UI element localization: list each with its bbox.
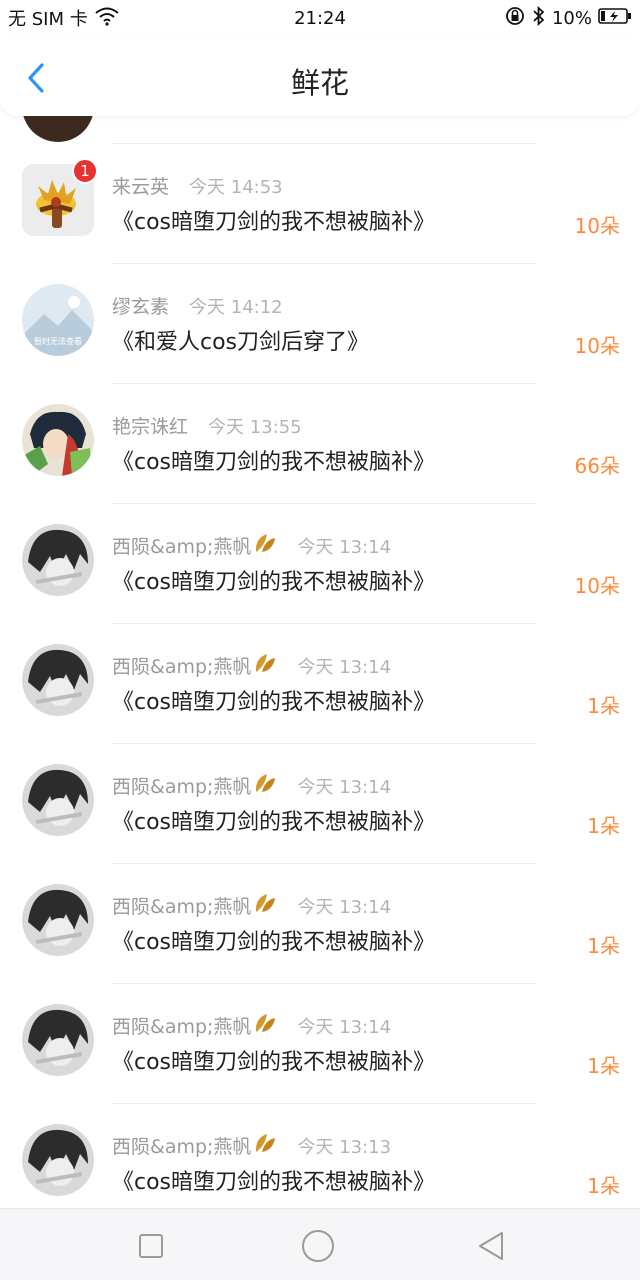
avatar[interactable]	[22, 1004, 94, 1076]
list-item[interactable]: 西陨&amp;燕帆 今天 13:14 《cos暗堕刀剑的我不想被脑补》 1朵	[0, 624, 640, 744]
avatar[interactable]	[22, 884, 94, 956]
flower-amount: 66朵	[574, 454, 620, 478]
name-line: 西陨&amp;燕帆 今天 13:14	[112, 772, 391, 799]
name-line: 西陨&amp;燕帆 今天 13:14	[112, 1012, 391, 1039]
square-icon	[139, 1234, 163, 1258]
flower-amount: 1朵	[587, 1174, 620, 1198]
sender-name[interactable]: 西陨&amp;燕帆	[112, 1132, 251, 1159]
leaf-icon	[253, 532, 277, 559]
status-bar: 无 SIM 卡 21:24 10%	[0, 0, 640, 36]
book-title[interactable]: 《cos暗堕刀剑的我不想被脑补》	[112, 804, 435, 836]
name-line: 西陨&amp;燕帆 今天 13:14	[112, 892, 391, 919]
book-title[interactable]: 《cos暗堕刀剑的我不想被脑补》	[112, 1164, 435, 1196]
battery-charging-icon	[598, 7, 632, 30]
name-line: 西陨&amp;燕帆 今天 13:14	[112, 532, 391, 559]
system-nav-bar	[0, 1208, 640, 1280]
flower-amount: 1朵	[587, 1054, 620, 1078]
leaf-icon	[253, 772, 277, 799]
avatar	[22, 116, 94, 142]
name-line: 缪玄素 今天 14:12	[112, 292, 283, 319]
sender-name[interactable]: 来云英	[112, 172, 169, 199]
avatar[interactable]: 1	[22, 158, 98, 236]
list-item[interactable]: 暂时无法查看 缪玄素 今天 14:12 《和爱人cos刀剑后穿了》 10朵	[0, 264, 640, 384]
book-title[interactable]: 《cos暗堕刀剑的我不想被脑补》	[112, 1044, 435, 1076]
name-line: 西陨&amp;燕帆 今天 13:13	[112, 1132, 391, 1159]
book-title[interactable]: 《cos暗堕刀剑的我不想被脑补》	[112, 924, 435, 956]
list-item[interactable]: 1 来云英 今天 14:53 《cos暗堕刀剑的我不想被脑补》 10朵	[0, 144, 640, 264]
sender-name[interactable]: 缪玄素	[112, 292, 169, 319]
notification-badge: 1	[72, 158, 98, 184]
sender-name[interactable]: 西陨&amp;燕帆	[112, 892, 251, 919]
flower-amount: 10朵	[574, 574, 620, 598]
avatar-caption: 暂时无法查看	[34, 337, 82, 346]
list-item[interactable]: 西陨&amp;燕帆 今天 13:13 《cos暗堕刀剑的我不想被脑补》 1朵	[0, 1104, 640, 1208]
circle-icon	[302, 1230, 334, 1262]
battery-text: 10%	[551, 7, 592, 29]
book-title[interactable]: 《和爱人cos刀剑后穿了》	[112, 324, 369, 356]
flower-amount: 1朵	[587, 934, 620, 958]
leaf-icon	[253, 892, 277, 919]
sender-name[interactable]: 西陨&amp;燕帆	[112, 652, 251, 679]
flower-amount: 10朵	[574, 214, 620, 238]
status-right: 10%	[504, 5, 632, 32]
flower-amount: 1朵	[587, 694, 620, 718]
page-title: 鲜花	[290, 66, 349, 100]
list-item[interactable]: 西陨&amp;燕帆 今天 13:14 《cos暗堕刀剑的我不想被脑补》 1朵	[0, 744, 640, 864]
book-title[interactable]: 《cos暗堕刀剑的我不想被脑补》	[112, 204, 435, 236]
avatar[interactable]	[22, 524, 94, 596]
timestamp: 今天 13:14	[297, 1016, 392, 1038]
flower-amount: 1朵	[587, 814, 620, 838]
timestamp: 今天 14:12	[189, 296, 283, 318]
timestamp: 今天 13:14	[297, 536, 392, 558]
flower-amount: 10朵	[574, 334, 620, 358]
leaf-icon	[253, 1012, 277, 1039]
bluetooth-icon	[532, 5, 546, 32]
leaf-icon	[253, 1132, 277, 1159]
sender-name[interactable]: 西陨&amp;燕帆	[112, 772, 251, 799]
list-item[interactable]: 西陨&amp;燕帆 今天 13:14 《cos暗堕刀剑的我不想被脑补》 1朵	[0, 864, 640, 984]
book-title[interactable]: 《cos暗堕刀剑的我不想被脑补》	[112, 684, 435, 716]
home-button[interactable]	[301, 1229, 335, 1263]
nav-back-button[interactable]	[474, 1229, 508, 1263]
recent-apps-button[interactable]	[134, 1229, 168, 1263]
avatar[interactable]: 暂时无法查看	[22, 284, 94, 356]
name-line: 艳宗诛红 今天 13:55	[112, 412, 302, 439]
timestamp: 今天 13:14	[297, 656, 392, 678]
header: 鲜花	[0, 36, 640, 116]
timestamp: 今天 13:55	[208, 416, 302, 438]
list-item[interactable]: 西陨&amp;燕帆 今天 13:14 《cos暗堕刀剑的我不想被脑补》 10朵	[0, 504, 640, 624]
name-line: 西陨&amp;燕帆 今天 13:14	[112, 652, 391, 679]
rotation-lock-icon	[504, 5, 526, 32]
list-item[interactable]: 艳宗诛红 今天 13:55 《cos暗堕刀剑的我不想被脑补》 66朵	[0, 384, 640, 504]
avatar[interactable]	[22, 404, 94, 476]
book-title[interactable]: 《cos暗堕刀剑的我不想被脑补》	[112, 564, 435, 596]
sender-name[interactable]: 西陨&amp;燕帆	[112, 1012, 251, 1039]
avatar[interactable]	[22, 644, 94, 716]
book-title[interactable]: 《cos暗堕刀剑的我不想被脑补》	[112, 444, 435, 476]
timestamp: 今天 13:14	[297, 776, 392, 798]
triangle-back-icon	[479, 1232, 503, 1260]
sender-name[interactable]: 西陨&amp;燕帆	[112, 532, 251, 559]
avatar[interactable]	[22, 764, 94, 836]
list-item[interactable]: 西陨&amp;燕帆 今天 13:14 《cos暗堕刀剑的我不想被脑补》 1朵	[0, 984, 640, 1104]
avatar[interactable]	[22, 1124, 94, 1196]
leaf-icon	[253, 652, 277, 679]
name-line: 来云英 今天 14:53	[112, 172, 283, 199]
sender-name[interactable]: 艳宗诛红	[112, 412, 188, 439]
flower-list: 1 来云英 今天 14:53 《cos暗堕刀剑的我不想被脑补》 10朵 暂时无法…	[0, 116, 640, 1208]
partial-list-item[interactable]	[0, 116, 640, 144]
timestamp: 今天 13:13	[297, 1136, 392, 1158]
timestamp: 今天 14:53	[189, 176, 283, 198]
timestamp: 今天 13:14	[297, 896, 392, 918]
